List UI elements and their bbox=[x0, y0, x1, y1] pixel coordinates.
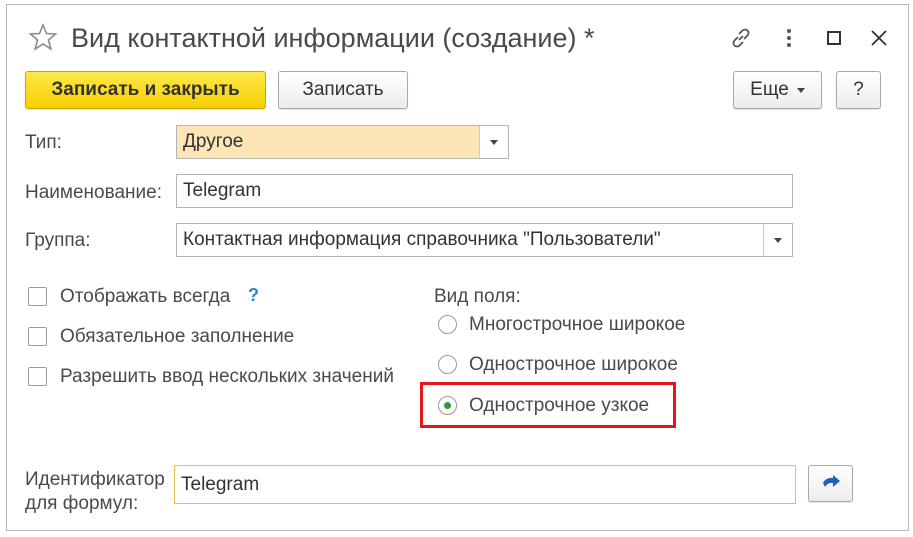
type-value: Другое bbox=[183, 131, 244, 152]
chevron-down-icon bbox=[796, 87, 805, 93]
chevron-down-icon[interactable] bbox=[763, 224, 792, 256]
group-label: Группа: bbox=[25, 230, 91, 251]
star-icon[interactable] bbox=[28, 22, 58, 51]
group-value: Контактная информация справочника "Польз… bbox=[183, 229, 661, 250]
identifier-label-line1: Идентификатор bbox=[25, 469, 165, 490]
show-always-checkbox[interactable] bbox=[28, 287, 47, 306]
close-icon[interactable] bbox=[866, 25, 892, 51]
name-label: Наименование: bbox=[25, 182, 162, 203]
group-select[interactable]: Контактная информация справочника "Польз… bbox=[176, 223, 793, 257]
link-icon[interactable] bbox=[728, 25, 754, 51]
more-icon[interactable] bbox=[776, 25, 802, 51]
window-title: Вид контактной информации (создание) * bbox=[71, 23, 595, 53]
title-bar: Вид контактной информации (создание) * bbox=[7, 5, 908, 69]
identifier-input[interactable]: Telegram bbox=[174, 465, 796, 504]
radio-singleline-wide[interactable] bbox=[438, 355, 457, 374]
save-and-close-button[interactable]: Записать и закрыть bbox=[25, 71, 266, 109]
identifier-value: Telegram bbox=[181, 473, 260, 495]
maximize-icon[interactable] bbox=[821, 25, 847, 51]
selection-highlight-frame bbox=[420, 382, 676, 428]
radio-singleline-wide-label: Однострочное широкое bbox=[469, 354, 678, 375]
required-label: Обязательное заполнение bbox=[60, 326, 295, 347]
multiple-values-label: Разрешить ввод нескольких значений bbox=[60, 366, 394, 387]
identifier-label: Идентификатор для формул: bbox=[25, 468, 165, 516]
name-value: Telegram bbox=[183, 180, 262, 201]
identifier-label-line2: для формул: bbox=[25, 493, 139, 514]
help-button[interactable]: ? bbox=[836, 71, 881, 109]
name-input[interactable]: Telegram bbox=[176, 174, 793, 208]
fill-identifier-button[interactable] bbox=[808, 465, 853, 502]
chevron-down-icon[interactable] bbox=[479, 126, 508, 158]
more-actions-button[interactable]: Еще bbox=[733, 71, 822, 109]
more-button-label: Еще bbox=[750, 79, 789, 100]
show-always-label: Отображать всегда bbox=[60, 286, 231, 307]
radio-multiline-wide-label: Многострочное широкое bbox=[469, 314, 686, 335]
radio-multiline-wide[interactable] bbox=[438, 315, 457, 334]
multiple-values-checkbox[interactable] bbox=[28, 367, 47, 386]
dialog-window: Вид контактной информации (создание) * З… bbox=[6, 4, 909, 531]
type-select[interactable]: Другое bbox=[176, 125, 509, 159]
required-checkbox[interactable] bbox=[28, 327, 47, 346]
help-tooltip-icon[interactable]: ? bbox=[248, 285, 259, 306]
field-kind-label: Вид поля: bbox=[434, 286, 521, 307]
type-label: Тип: bbox=[25, 132, 62, 153]
save-button[interactable]: Записать bbox=[278, 71, 408, 109]
arrow-redo-icon bbox=[822, 474, 840, 487]
